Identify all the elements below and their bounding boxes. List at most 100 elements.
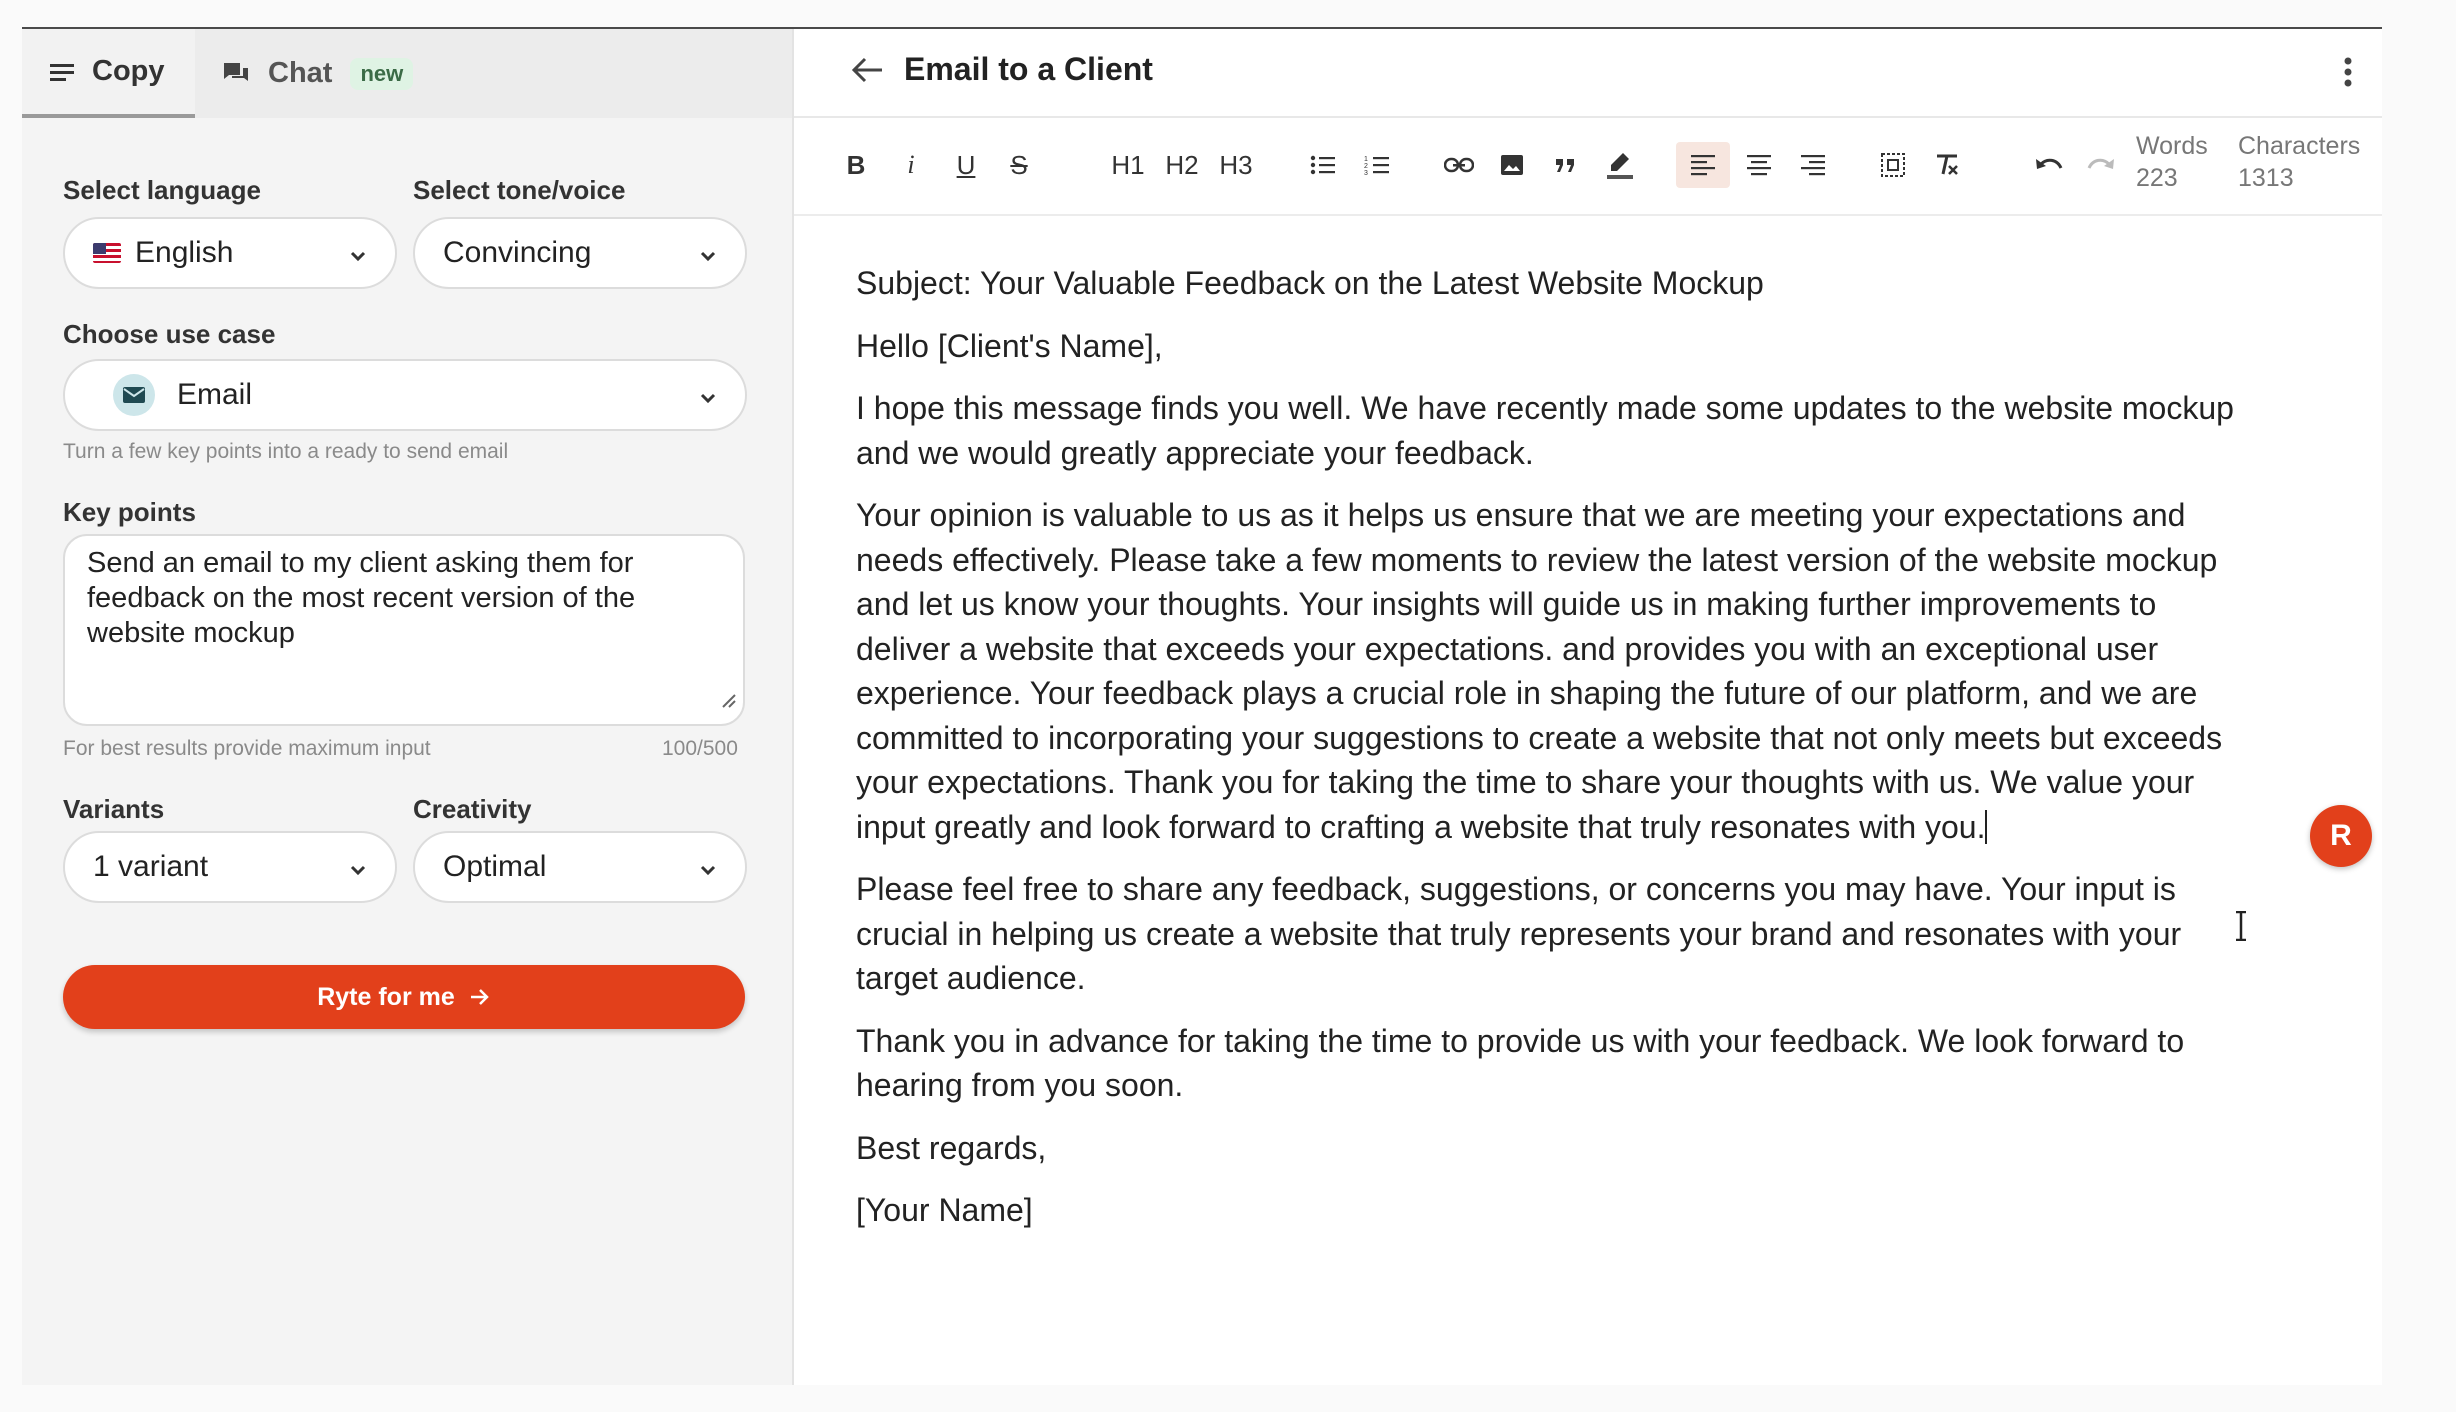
svg-text:1: 1: [1364, 156, 1368, 163]
strikethrough-button[interactable]: S: [1002, 142, 1036, 188]
word-count-value: 223: [2136, 164, 2178, 192]
language-value: English: [135, 236, 234, 269]
highlighter-pen-icon: [1607, 153, 1633, 179]
tone-select[interactable]: Convincing: [413, 217, 747, 289]
h2-button[interactable]: H2: [1162, 142, 1202, 188]
creativity-label: Creativity: [413, 794, 532, 824]
numbered-list-icon: 123: [1364, 156, 1389, 176]
new-badge: new: [350, 57, 414, 90]
use-case-select[interactable]: Email: [63, 359, 747, 431]
clear-formatting-button[interactable]: [1930, 142, 1964, 188]
clear-formatting-icon: [1937, 154, 1958, 175]
creativity-select[interactable]: Optimal: [413, 831, 747, 903]
editor-paragraph: Hello [Client's Name],: [856, 327, 1163, 364]
image-button[interactable]: [1494, 142, 1530, 188]
character-count: Characters 1313: [2238, 130, 2360, 194]
chevron-down-icon: [347, 241, 369, 275]
chevron-down-icon: [697, 855, 719, 889]
quote-icon: [1556, 159, 1574, 172]
arrow-right-icon: [469, 987, 491, 1007]
key-points-counter: 100/500: [662, 737, 738, 760]
panel-tabs: Copy Chat new: [22, 29, 792, 118]
chevron-down-icon: [697, 383, 719, 417]
tone-value: Convincing: [443, 236, 592, 269]
settings-panel: Copy Chat new Select language Select ton…: [22, 29, 794, 1385]
word-count: Words 223: [2136, 130, 2208, 194]
h1-button[interactable]: H1: [1108, 142, 1148, 188]
align-left-button[interactable]: [1676, 142, 1730, 188]
align-center-icon: [1747, 155, 1771, 176]
numbered-list-button[interactable]: 123: [1360, 142, 1394, 188]
bullet-list-icon: [1310, 155, 1335, 175]
tab-copy-label: Copy: [92, 55, 165, 87]
align-right-button[interactable]: [1796, 142, 1830, 188]
editor-paragraph: Best regards,: [856, 1129, 1047, 1166]
editor-paragraph: [Your Name]: [856, 1192, 1033, 1228]
editor-paragraph-text: Your opinion is valuable to us as it hel…: [856, 497, 2223, 845]
editor-paragraph: Thank you in advance for taking the time…: [856, 1022, 2185, 1104]
undo-button[interactable]: [2032, 142, 2066, 188]
variants-select[interactable]: 1 variant: [63, 831, 397, 903]
key-points-textarea[interactable]: Send an email to my client asking them f…: [63, 534, 745, 726]
tab-chat[interactable]: Chat new: [222, 29, 414, 118]
link-button[interactable]: [1440, 142, 1478, 188]
align-right-icon: [1801, 155, 1825, 176]
quote-button[interactable]: [1548, 142, 1584, 188]
redo-icon: [2087, 158, 2114, 169]
character-count-value: 1313: [2238, 164, 2294, 192]
editor-paragraph: Please feel free to share any feedback, …: [856, 871, 2182, 996]
key-points-text: Send an email to my client asking them f…: [87, 547, 636, 649]
language-label: Select language: [63, 175, 261, 205]
more-options-icon[interactable]: [2344, 57, 2352, 92]
chevron-down-icon: [697, 241, 719, 275]
email-editor[interactable]: Subject: Your Valuable Feedback on the L…: [856, 261, 2256, 1251]
align-left-icon: [1691, 155, 1715, 176]
word-count-label: Words: [2136, 132, 2208, 160]
select-all-icon: [1881, 153, 1905, 177]
redo-button[interactable]: [2084, 142, 2118, 188]
align-center-button[interactable]: [1742, 142, 1776, 188]
tab-copy[interactable]: Copy: [22, 29, 195, 118]
us-flag-icon: [93, 243, 121, 263]
variants-value: 1 variant: [93, 850, 209, 883]
use-case-value: Email: [177, 378, 253, 411]
text-caret: [1985, 809, 1988, 844]
image-icon: [1501, 155, 1523, 175]
document-header: Email to a Client: [794, 29, 2382, 118]
resize-handle-icon[interactable]: [719, 683, 737, 718]
language-select[interactable]: English: [63, 217, 397, 289]
h3-button[interactable]: H3: [1216, 142, 1256, 188]
editor-paragraph-with-caret: Your opinion is valuable to us as it hel…: [856, 493, 2256, 849]
key-points-label: Key points: [63, 497, 196, 527]
svg-text:2: 2: [1364, 163, 1368, 170]
ryte-for-me-label: Ryte for me: [317, 982, 455, 1011]
key-points-hint: For best results provide maximum input: [63, 737, 431, 760]
bold-button[interactable]: B: [839, 142, 873, 188]
underline-button[interactable]: U: [949, 142, 983, 188]
tab-chat-label: Chat: [268, 57, 333, 89]
document-panel: Email to a Client B i U S H1 H2 H3 123 W…: [794, 29, 2382, 1385]
formatting-toolbar: B i U S H1 H2 H3 123 Words 223 Character…: [794, 118, 2382, 216]
text-cursor-ibeam-icon: [2234, 910, 2248, 946]
bullet-list-button[interactable]: [1306, 142, 1340, 188]
editor-paragraph: I hope this message finds you well. We h…: [856, 390, 2234, 471]
ryte-assistant-button[interactable]: R: [2310, 805, 2372, 867]
highlight-button[interactable]: [1602, 142, 1638, 188]
use-case-hint: Turn a few key points into a ready to se…: [63, 440, 509, 463]
menu-lines-icon: [50, 62, 74, 82]
undo-icon: [2036, 158, 2063, 169]
app-window: Copy Chat new Select language Select ton…: [22, 27, 2382, 1385]
envelope-icon: [113, 374, 155, 416]
back-arrow-icon[interactable]: [850, 55, 884, 90]
chevron-down-icon: [347, 855, 369, 889]
link-icon: [1444, 157, 1474, 173]
chat-icon: [222, 61, 250, 87]
tone-label: Select tone/voice: [413, 175, 626, 205]
document-title: Email to a Client: [904, 51, 1153, 87]
select-all-button[interactable]: [1876, 142, 1910, 188]
variants-label: Variants: [63, 794, 165, 824]
ryte-for-me-button[interactable]: Ryte for me: [63, 965, 745, 1029]
italic-button[interactable]: i: [894, 142, 928, 188]
character-count-label: Characters: [2238, 132, 2361, 160]
svg-text:3: 3: [1364, 170, 1368, 176]
